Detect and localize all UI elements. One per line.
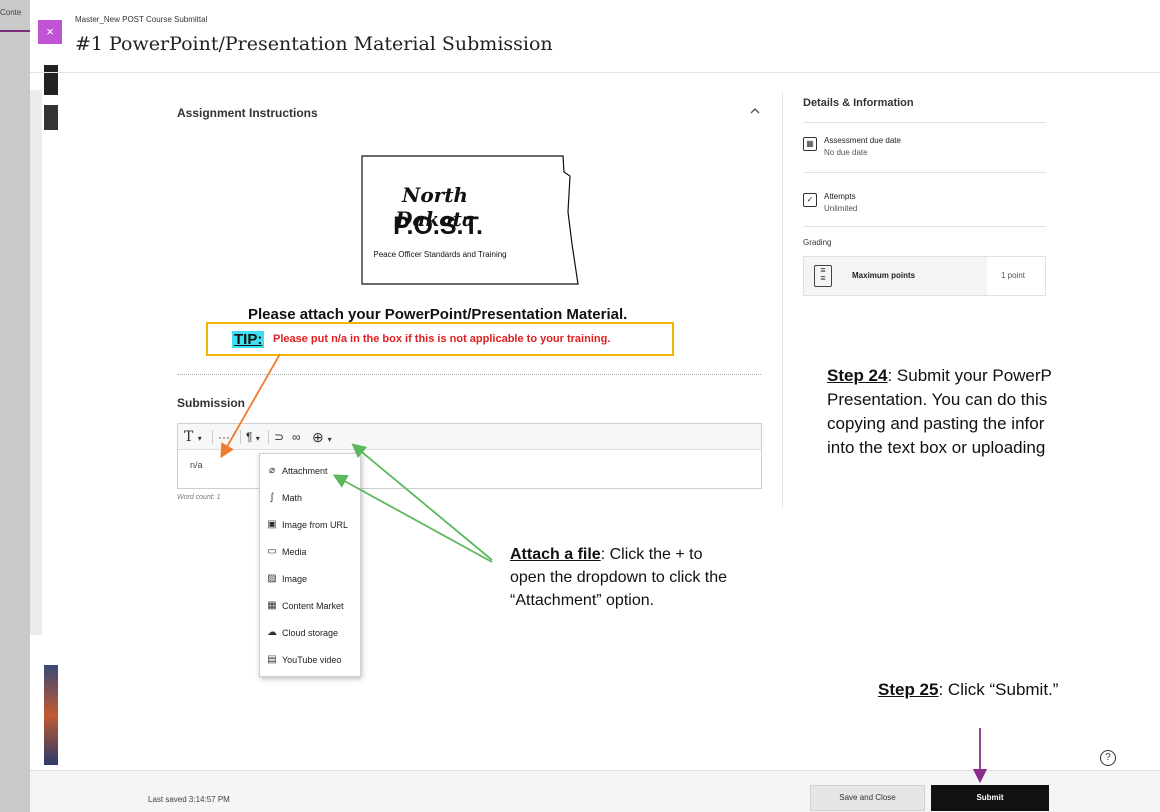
background-thumbnail (44, 65, 58, 95)
last-saved-status: Last saved 3:14:57 PM (148, 795, 230, 804)
tip-box: TIP: Please put n/a in the box if this i… (206, 322, 674, 356)
due-date-value: No due date (824, 148, 868, 157)
grading-card: ≡ ≡ Maximum points 1 point (803, 256, 1046, 296)
grading-label: Grading (803, 238, 832, 247)
grading-card-name-cell: ≡ ≡ Maximum points (804, 257, 987, 295)
tip-label: TIP: (232, 331, 265, 348)
background-tab-underline (0, 30, 30, 32)
column-divider (782, 92, 783, 508)
menu-item-youtube-video[interactable]: ▤ YouTube video (260, 647, 360, 674)
submission-heading: Submission (177, 396, 246, 410)
submission-panel: × Master_New POST Course Submittal #1 Po… (30, 0, 1160, 812)
insert-content-button[interactable]: ⊕ ▾ (312, 428, 332, 446)
image-url-icon: ▣ (267, 519, 277, 530)
more-options-button[interactable]: ··· (218, 428, 230, 446)
media-icon: ▭ (267, 546, 277, 557)
cloud-storage-icon: ☁ (267, 627, 277, 638)
step24-label: Step 24 (827, 366, 888, 385)
paragraph-button[interactable]: ¶ ▾ (246, 428, 260, 446)
section-divider (177, 374, 761, 375)
step25-label: Step 25 (878, 680, 939, 699)
plus-circle-icon: ⊕ (312, 429, 324, 445)
close-button[interactable]: × (38, 20, 62, 44)
details-divider (803, 172, 1046, 173)
background-page: Conte (0, 0, 30, 812)
step24-line2: Presentation. You can do this (827, 390, 1048, 409)
help-icon[interactable]: ? (1100, 750, 1116, 766)
word-count: Word count: 1 (177, 494, 221, 501)
editor-toolbar: T ▾ ··· ¶ ▾ ⊃ ∞ ⊕ ▾ (178, 424, 761, 450)
background-card (30, 90, 42, 635)
instructions-heading: Assignment Instructions (177, 106, 318, 120)
header-divider (30, 72, 1160, 73)
save-and-close-button[interactable]: Save and Close (810, 785, 925, 811)
menu-item-cloud-storage[interactable]: ☁ Cloud storage (260, 620, 360, 647)
background-tab-label: Conte (0, 8, 22, 17)
step24-line1: : Submit your PowerP (887, 366, 1052, 385)
step25-text: : Click “Submit.” (938, 680, 1059, 699)
background-thumbnail (44, 665, 58, 765)
menu-item-image-from-url[interactable]: ▣ Image from URL (260, 512, 360, 539)
submit-button[interactable]: Submit (931, 785, 1049, 811)
due-date-label: Assessment due date (824, 136, 901, 145)
grading-name: Maximum points (852, 271, 916, 280)
menu-item-attachment[interactable]: ⌀ Attachment (260, 458, 360, 485)
math-icon: ∫ (270, 492, 274, 503)
toolbar-separator (240, 430, 241, 444)
menu-item-image[interactable]: ▨ Image (260, 566, 360, 593)
breadcrumb[interactable]: Master_New POST Course Submittal (75, 15, 207, 24)
image-icon: ▨ (267, 573, 277, 584)
details-divider (803, 226, 1046, 227)
toolbar-separator (212, 430, 213, 444)
page-title: #1 PowerPoint/Presentation Material Subm… (75, 33, 553, 55)
step25-annotation: Step 25: Click “Submit.” (878, 680, 1058, 700)
menu-item-math[interactable]: ∫ Math (260, 485, 360, 512)
close-icon: × (46, 24, 54, 39)
details-heading: Details & Information (803, 97, 914, 109)
undo-icon[interactable]: ⊃ (274, 428, 284, 446)
paperclip-icon: ⌀ (268, 465, 276, 476)
insert-content-menu: ⌀ Attachment ∫ Math ▣ Image from URL ▭ M… (259, 453, 361, 677)
link-icon[interactable]: ∞ (292, 428, 301, 446)
attach-label: Attach a file (510, 546, 601, 563)
youtube-icon: ▤ (267, 654, 277, 665)
text-style-button[interactable]: T ▾ (184, 428, 202, 446)
attach-heading: Please attach your PowerPoint/Presentati… (248, 306, 628, 323)
step24-line4: into the text box or uploading (827, 438, 1046, 457)
step24-line3: copying and pasting the infor (827, 414, 1045, 433)
background-thumbnail (44, 105, 58, 130)
logo-subtitle: Peace Officer Standards and Training (373, 250, 507, 259)
checkbox-icon: ✓ (803, 193, 817, 207)
footer-bar: Last saved 3:14:57 PM Save and Close Sub… (30, 770, 1160, 812)
menu-item-media[interactable]: ▭ Media (260, 539, 360, 566)
step24-annotation: Step 24: Submit your PowerP Presentation… (827, 364, 1160, 460)
toolbar-separator (268, 430, 269, 444)
logo-acronym: P.O.S.T. (393, 212, 483, 240)
tip-text: Please put n/a in the box if this is not… (273, 333, 611, 345)
attach-file-annotation: Attach a file: Click the + to open the d… (510, 543, 730, 612)
grading-value: 1 point (1001, 271, 1026, 280)
chevron-up-icon[interactable] (747, 104, 763, 120)
attempts-label: Attempts (824, 192, 856, 201)
details-divider (803, 122, 1046, 123)
attempts-value: Unlimited (824, 204, 858, 213)
editor-content[interactable]: n/a (190, 460, 203, 470)
calendar-icon: ▦ (803, 137, 817, 151)
checklist-icon: ≡ ≡ (814, 265, 832, 287)
menu-item-content-market[interactable]: ▦ Content Market (260, 593, 360, 620)
content-market-icon: ▦ (267, 600, 277, 611)
